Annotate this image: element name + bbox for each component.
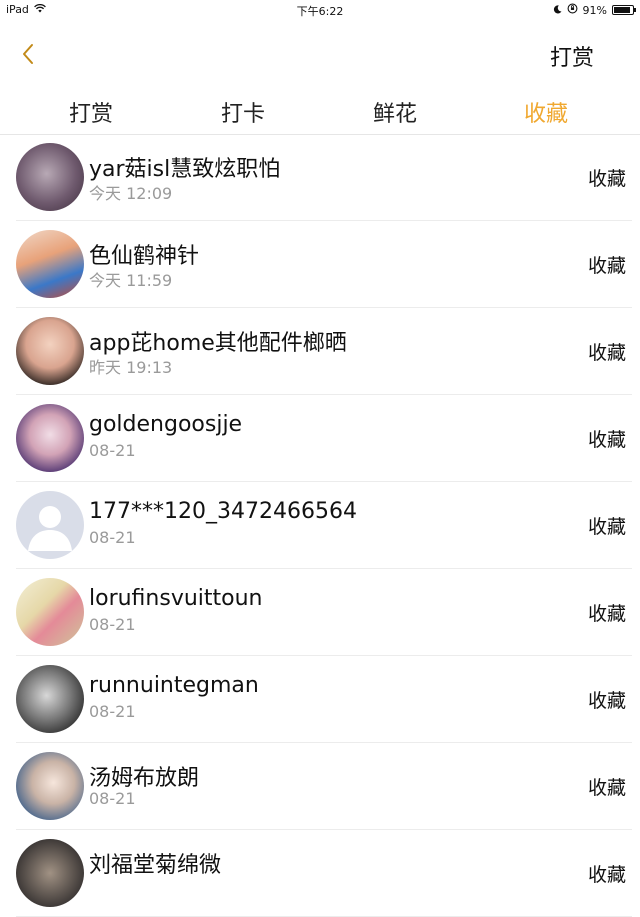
favorite-label: 收藏 [587,516,626,538]
list-item[interactable]: lorufinsvuittoun 08-21 收藏 [16,569,632,656]
favorite-label: 收藏 [587,168,626,190]
avatar[interactable] [16,404,84,472]
timestamp: 昨天 19:13 [89,358,173,377]
status-time: 下午6:22 [296,5,344,18]
avatar[interactable] [16,230,84,298]
favorite-label: 收藏 [587,603,626,625]
favorites-list: yar菇isl慧致炫职怕 今天 12:09 收藏 色仙鹤神针 今天 11:59 … [0,134,640,917]
user-name: 177***120_3472466564 [89,499,357,524]
avatar[interactable] [16,839,84,907]
tab-reward[interactable]: 打赏 [46,96,136,128]
favorite-label: 收藏 [587,777,626,799]
status-right: 91% [553,3,636,17]
avatar[interactable] [16,752,84,820]
orientation-lock-icon [567,3,578,17]
battery-percent: 91% [582,3,607,17]
tab-flowers[interactable]: 鲜花 [350,96,440,128]
moon-icon [553,4,562,17]
list-item[interactable]: 色仙鹤神针 今天 11:59 收藏 [16,221,632,308]
user-name: 汤姆布放朗 [89,766,200,791]
favorite-label: 收藏 [587,255,626,277]
user-name: 色仙鹤神针 [89,244,200,269]
favorite-label: 收藏 [587,342,626,364]
user-name: goldengoosjje [89,412,243,437]
tab-checkin[interactable]: 打卡 [198,96,288,128]
user-name: yar菇isl慧致炫职怕 [89,157,281,182]
favorite-label: 收藏 [587,690,626,712]
timestamp: 今天 11:59 [89,271,173,290]
status-bar: iPad 下午6:22 91% [0,0,640,20]
list-item[interactable]: app芘home其他配件榔晒 昨天 19:13 收藏 [16,308,632,395]
avatar[interactable] [16,143,84,211]
timestamp: 今天 12:09 [89,184,173,203]
avatar[interactable] [16,665,84,733]
tab-favorites[interactable]: 收藏 [501,96,591,128]
user-name: 刘福堂菊绵微 [89,853,222,878]
favorite-label: 收藏 [587,864,626,886]
battery-level [614,7,631,13]
list-item[interactable]: goldengoosjje 08-21 收藏 [16,395,632,482]
timestamp: 08-21 [89,702,136,721]
user-name: runnuintegman [89,673,259,698]
timestamp: 08-21 [89,528,136,547]
user-name: app芘home其他配件榔晒 [89,331,347,356]
avatar[interactable] [16,491,84,559]
timestamp: 08-21 [89,789,136,808]
battery-icon [612,5,636,15]
chevron-left-icon [21,43,35,69]
timestamp: 08-21 [89,441,136,460]
avatar[interactable] [16,317,84,385]
avatar[interactable] [16,578,84,646]
user-name: lorufinsvuittoun [89,586,263,611]
list-item[interactable]: runnuintegman 08-21 收藏 [16,656,632,743]
list-item[interactable]: yar菇isl慧致炫职怕 今天 12:09 收藏 [16,134,632,221]
list-item[interactable]: 刘福堂菊绵微 收藏 [16,830,632,917]
list-item[interactable]: 177***120_3472466564 08-21 收藏 [16,482,632,569]
favorite-label: 收藏 [587,429,626,451]
nav-bar: 打赏 [0,20,640,88]
back-button[interactable] [10,38,46,74]
page-title: 打赏 [549,46,594,71]
tab-bar: 打赏 打卡 鲜花 收藏 [0,88,640,135]
list-item[interactable]: 汤姆布放朗 08-21 收藏 [16,743,632,830]
default-avatar-icon [28,506,72,551]
timestamp: 08-21 [89,615,136,634]
